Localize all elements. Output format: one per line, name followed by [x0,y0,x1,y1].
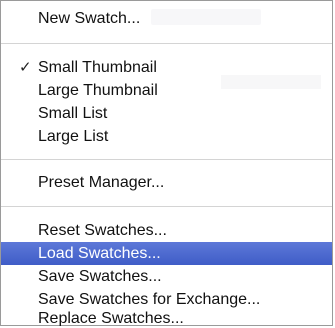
menu-item-label: Save Swatches for Exchange... [38,291,261,308]
menu-item-label: Save Swatches... [38,268,162,285]
menu-item-label: Large List [38,128,109,145]
menu-item-label: Small Thumbnail [38,59,157,76]
menu-item-preset-manager[interactable]: Preset Manager... [1,171,332,194]
menu-item-label: Small List [38,105,108,122]
menu-item-replace-swatches[interactable]: Replace Swatches... [1,311,332,326]
menu-item-reset-swatches[interactable]: Reset Swatches... [1,219,332,242]
menu-item-label: Reset Swatches... [38,222,167,239]
menu-item-save-swatches-for-exchange[interactable]: Save Swatches for Exchange... [1,288,332,311]
menu-item-large-thumbnail[interactable]: Large Thumbnail [1,79,332,102]
checkmark-icon: ✓ [19,59,32,76]
menu-item-load-swatches[interactable]: Load Swatches... [1,242,332,265]
menu-item-label: Load Swatches... [38,245,161,262]
menu-item-new-swatch[interactable]: New Swatch... [1,7,332,30]
menu-item-small-thumbnail[interactable]: ✓ Small Thumbnail [1,56,332,79]
menu-separator [1,159,332,160]
menu-item-label: Preset Manager... [38,174,165,191]
menu-item-label: Large Thumbnail [38,82,158,99]
menu-separator [1,43,332,44]
menu-item-save-swatches[interactable]: Save Swatches... [1,265,332,288]
menu-item-large-list[interactable]: Large List [1,125,332,148]
menu-item-small-list[interactable]: Small List [1,102,332,125]
menu-item-label: New Swatch... [38,10,141,27]
menu-item-label: Replace Swatches... [38,311,184,326]
menu-separator [1,206,332,207]
swatches-panel-menu: New Swatch... ✓ Small Thumbnail Large Th… [0,0,333,326]
